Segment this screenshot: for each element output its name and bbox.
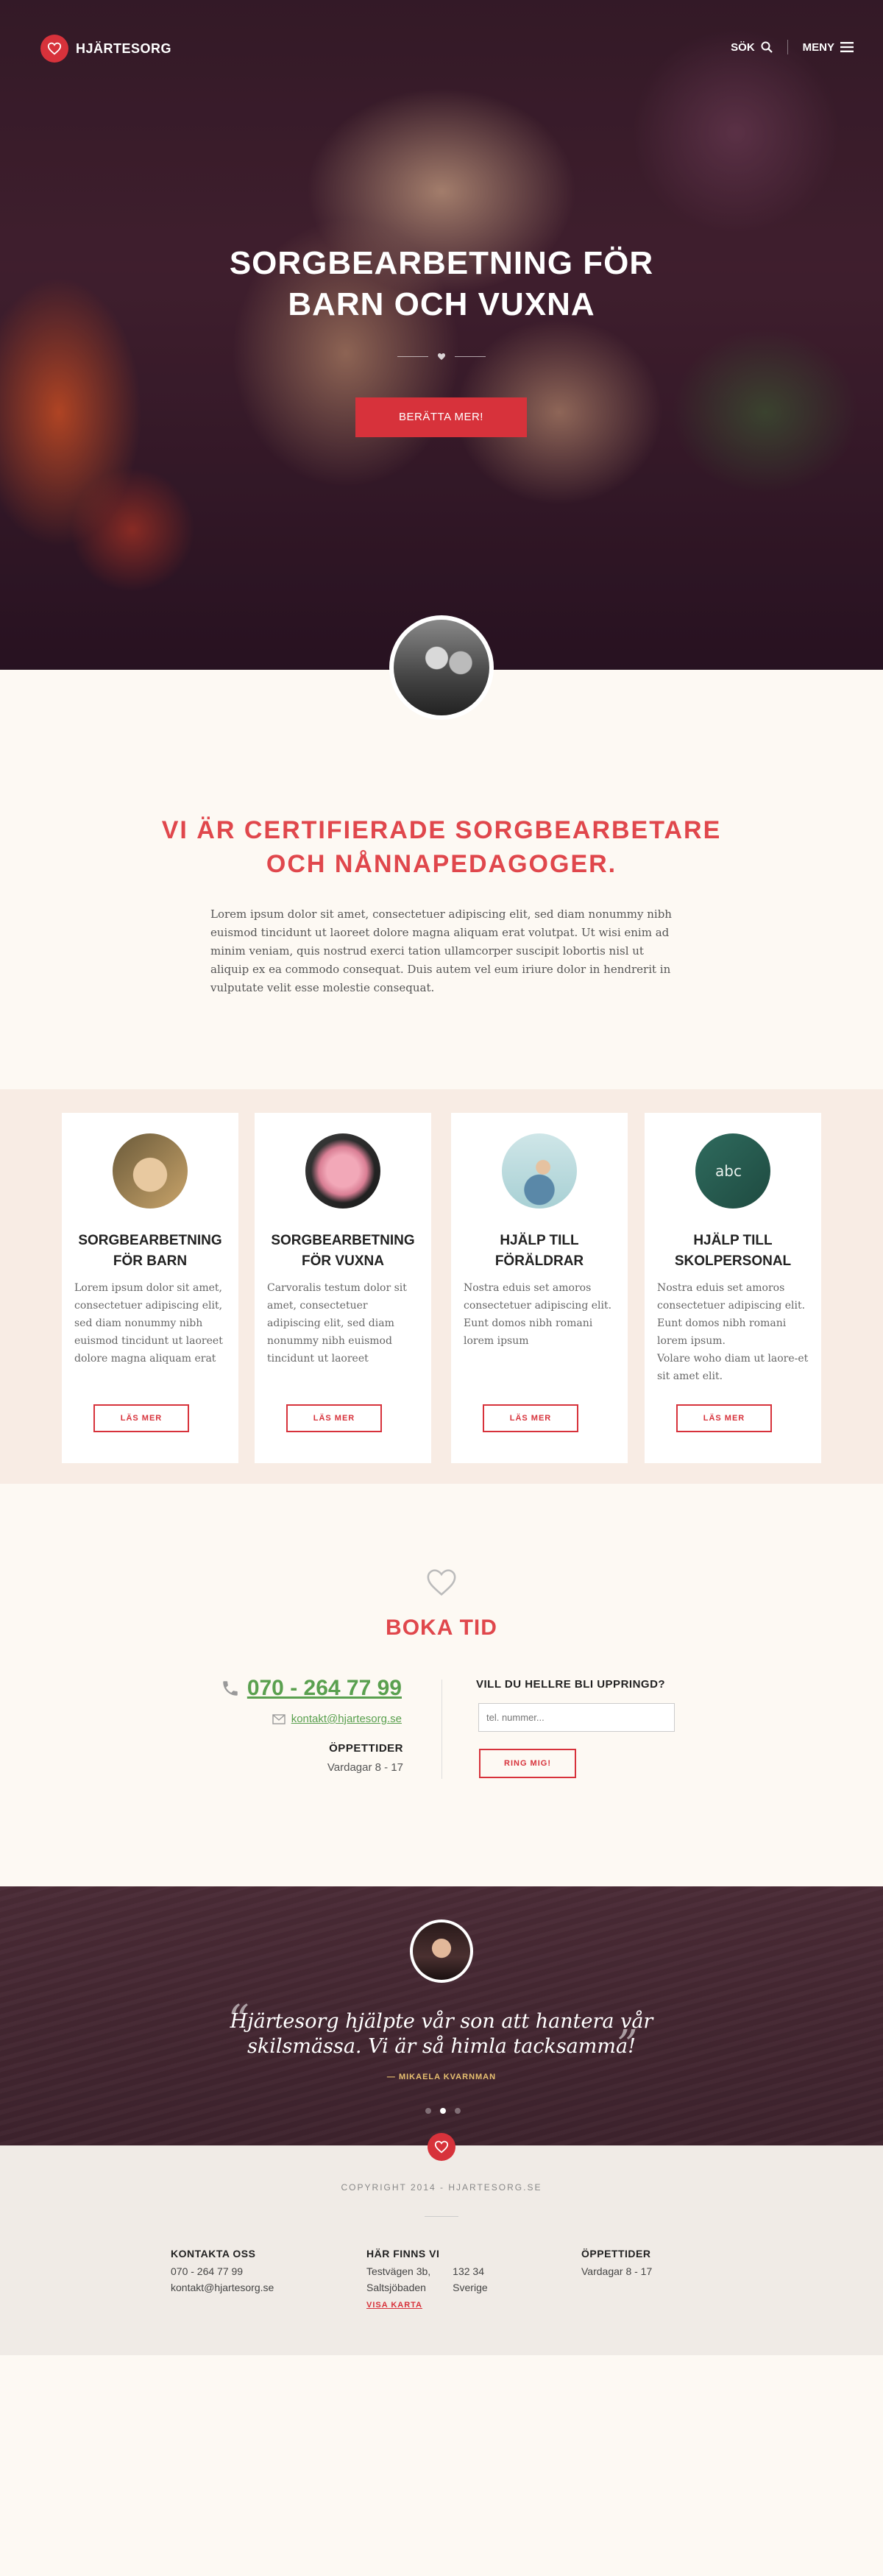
top-navigation: HJÄRTESORG SÖK MENY [0,0,883,96]
footer-email[interactable]: kontakt@hjartesorg.se [171,2279,274,2296]
services-section: SORGBEARBETNING FÖR BARN Lorem ipsum dolo… [0,1089,883,1484]
show-map-link[interactable]: VISA KARTA [366,2301,422,2310]
service-card: SORGBEARBETNING FÖR VUXNA Carvoralis test… [255,1113,431,1463]
service-text: Carvoralis testum dolor sit amet, consec… [267,1282,407,1365]
read-more-button[interactable]: LÄS MER [483,1404,578,1432]
phone-icon [223,1681,238,1696]
booking-title: BOKA TID [386,1616,497,1640]
phone-number: 070 - 264 77 99 [247,1676,402,1700]
footer: COPYRIGHT 2014 - HJARTESORG.SE KONTAKTA … [0,2145,883,2355]
logo[interactable]: HJÄRTESORG [40,35,171,63]
booking-hours-value: Vardagar 8 - 17 [327,1761,403,1774]
footer-phone[interactable]: 070 - 264 77 99 [171,2263,274,2279]
close-quote-icon: ” [617,2022,638,2070]
menu-button[interactable]: MENY [803,41,854,54]
hero-divider [397,350,486,362]
service-image-child [113,1133,188,1209]
carousel-dot[interactable] [425,2108,431,2114]
footer-hours: ÖPPETTIDER Vardagar 8 - 17 [581,2246,652,2279]
service-title: SORGBEARBETNING FÖR BARN [78,1233,222,1269]
hero-cta-button[interactable]: BERÄTTA MER! [355,397,527,437]
search-label: SÖK [731,40,755,54]
carousel-dot[interactable] [455,2108,461,2114]
nav-menu: SÖK MENY [731,40,854,54]
footer-contact: KONTAKTA OSS 070 - 264 77 99 kontakt@hja… [171,2246,274,2296]
testimonial-avatar [410,1919,473,1983]
email-address: kontakt@hjartesorg.se [291,1713,402,1725]
service-card: SORGBEARBETNING FÖR BARN Lorem ipsum dolo… [62,1113,238,1463]
intro-title-line-2: OCH NÅNNAPEDAGOGER. [266,850,617,878]
service-text: Lorem ipsum dolor sit amet, consectetuer… [74,1282,223,1365]
service-text: Nostra eduis set amoros consectetuer adi… [657,1282,809,1382]
carousel-dots [425,2108,461,2114]
call-me-button[interactable]: RING MIG! [479,1749,576,1778]
footer-address-country: Sverige [453,2282,488,2293]
hero-title-line-1: SORGBEARBETNING FÖR [229,245,654,281]
service-text: Nostra eduis set amoros consectetuer adi… [464,1282,612,1347]
nav-divider [787,40,788,54]
footer-divider [425,2216,458,2217]
service-image-family [502,1133,577,1209]
heart-outline-icon [427,1569,456,1596]
hero-section: HJÄRTESORG SÖK MENY SORGBEARBETNING FÖR … [0,0,883,670]
booking-phone-link[interactable]: 070 - 264 77 99 [221,1676,402,1701]
service-image-rose [305,1133,380,1209]
copyright-text: COPYRIGHT 2014 - HJARTESORG.SE [341,2182,542,2193]
footer-address-postcode: 132 34 [453,2265,484,2277]
read-more-button[interactable]: LÄS MER [676,1404,772,1432]
intro-title: VI ÄR CERTIFIERADE SORGBEARBETARE OCH NÅ… [0,813,883,881]
footer-hours-heading: ÖPPETTIDER [581,2248,651,2260]
hero-title-line-2: BARN OCH VUXNA [288,286,595,322]
logo-text: HJÄRTESORG [76,40,172,56]
read-more-button[interactable]: LÄS MER [286,1404,382,1432]
heart-divider-icon [438,353,445,360]
service-image-chalkboard: abc [695,1133,770,1209]
footer-location-heading: HÄR FINNS VI [366,2248,440,2260]
heart-logo-icon [40,35,68,63]
service-title: HJÄLP TILL SKOLPERSONAL [674,1233,792,1269]
service-title: HJÄLP TILL FÖRÄLDRAR [494,1233,584,1269]
intro-text: Lorem ipsum dolor sit amet, consectetuer… [210,907,672,994]
team-avatar [389,615,494,720]
footer-contact-heading: KONTAKTA OSS [171,2248,256,2260]
svg-text:abc: abc [715,1162,742,1180]
intro-title-line-1: VI ÄR CERTIFIERADE SORGBEARBETARE [161,816,722,844]
callback-phone-input[interactable] [478,1703,675,1732]
read-more-button[interactable]: LÄS MER [93,1404,189,1432]
envelope-icon [272,1713,286,1724]
hero-title: SORGBEARBETNING FÖR BARN OCH VUXNA [0,243,883,325]
service-card: HJÄLP TILL FÖRÄLDRAR Nostra eduis set amo… [451,1113,628,1463]
footer-address-city: Saltsjöbaden [366,2282,426,2293]
footer-hours-value: Vardagar 8 - 17 [581,2265,653,2277]
menu-label: MENY [802,40,834,54]
booking-email-link[interactable]: kontakt@hjartesorg.se [272,1713,402,1725]
booking-hours-heading: ÖPPETTIDER [329,1742,403,1755]
search-button[interactable]: SÖK [731,41,773,54]
search-icon [761,41,773,53]
service-card: abc HJÄLP TILL SKOLPERSONAL Nostra eduis … [645,1113,821,1463]
footer-heart-icon [428,2133,455,2161]
service-title: SORGBEARBETNING FÖR VUXNA [271,1233,415,1269]
carousel-dot-active[interactable] [440,2108,446,2114]
footer-location: HÄR FINNS VI Testvägen 3b, Saltsjöbaden … [366,2246,488,2313]
callback-heading: VILL DU HELLRE BLI UPPRINGD? [476,1678,666,1691]
hamburger-icon [840,42,854,52]
footer-address-street: Testvägen 3b, [366,2265,431,2277]
testimonial-author: — MIKAELA KVARNMAN [386,2073,497,2081]
testimonial-section: “ Hjärtesorg hjälpte vår son att hantera… [0,1886,883,2145]
testimonial-quote: Hjärtesorg hjälpte vår son att hantera v… [230,2010,653,2058]
